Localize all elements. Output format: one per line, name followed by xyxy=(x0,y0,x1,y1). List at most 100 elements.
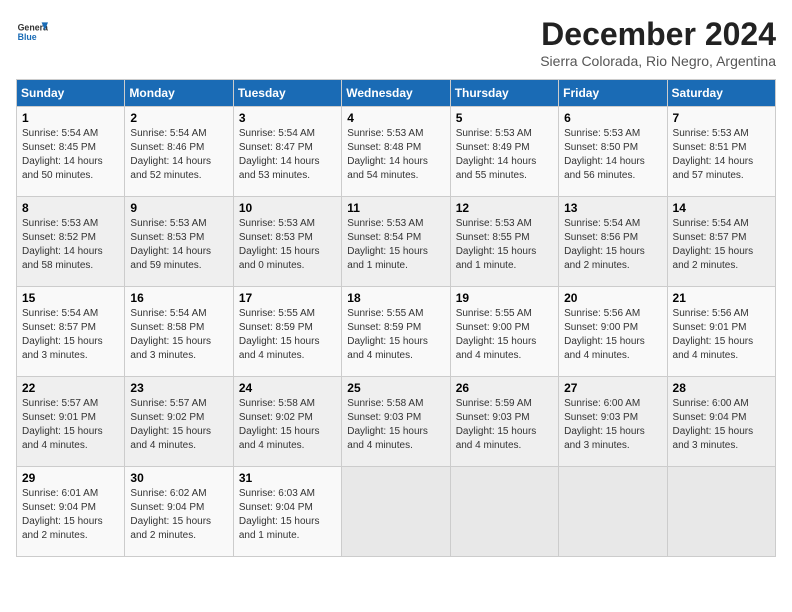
day-cell: 25 Sunrise: 5:58 AM Sunset: 9:03 PM Dayli… xyxy=(342,377,450,467)
col-header-wednesday: Wednesday xyxy=(342,80,450,107)
day-cell: 18Sunrise: 5:55 AM Sunset: 8:59 PM Dayli… xyxy=(342,287,450,377)
day-cell: 22 Sunrise: 5:57 AM Sunset: 9:01 PM Dayli… xyxy=(17,377,125,467)
day-cell xyxy=(450,467,558,557)
day-cell: 10 Sunrise: 5:53 AM Sunset: 8:53 PM Dayli… xyxy=(233,197,341,287)
day-cell: 15Sunrise: 5:54 AM Sunset: 8:57 PM Dayli… xyxy=(17,287,125,377)
day-info: Sunrise: 5:53 AM Sunset: 8:49 PM Dayligh… xyxy=(456,127,553,183)
day-cell: 30Sunrise: 6:02 AM Sunset: 9:04 PM Dayli… xyxy=(125,467,233,557)
day-number: 7 xyxy=(673,111,770,125)
day-cell: 31Sunrise: 6:03 AM Sunset: 9:04 PM Dayli… xyxy=(233,467,341,557)
day-number: 28 xyxy=(673,381,770,395)
day-info: Sunrise: 5:53 AM Sunset: 8:55 PM Dayligh… xyxy=(456,217,553,273)
day-number: 23 xyxy=(130,381,227,395)
day-cell xyxy=(667,467,775,557)
col-header-sunday: Sunday xyxy=(17,80,125,107)
day-number: 27 xyxy=(564,381,661,395)
day-number: 26 xyxy=(456,381,553,395)
day-info: Sunrise: 5:54 AM Sunset: 8:46 PM Dayligh… xyxy=(130,127,227,183)
day-cell: 11 Sunrise: 5:53 AM Sunset: 8:54 PM Dayli… xyxy=(342,197,450,287)
week-row-4: 22 Sunrise: 5:57 AM Sunset: 9:01 PM Dayli… xyxy=(17,377,776,467)
calendar-title: December 2024 xyxy=(540,16,776,53)
week-row-3: 15Sunrise: 5:54 AM Sunset: 8:57 PM Dayli… xyxy=(17,287,776,377)
day-info: Sunrise: 6:00 AM Sunset: 9:03 PM Dayligh… xyxy=(564,397,661,453)
day-cell: 8 Sunrise: 5:53 AM Sunset: 8:52 PM Daylig… xyxy=(17,197,125,287)
day-cell: 21 Sunrise: 5:56 AM Sunset: 9:01 PM Dayli… xyxy=(667,287,775,377)
day-number: 22 xyxy=(22,381,119,395)
calendar-header: SundayMondayTuesdayWednesdayThursdayFrid… xyxy=(17,80,776,107)
day-info: Sunrise: 5:57 AM Sunset: 9:02 PM Dayligh… xyxy=(130,397,227,453)
day-cell: 14 Sunrise: 5:54 AM Sunset: 8:57 PM Dayli… xyxy=(667,197,775,287)
day-number: 11 xyxy=(347,201,444,215)
week-row-1: 1Sunrise: 5:54 AM Sunset: 8:45 PM Daylig… xyxy=(17,107,776,197)
col-header-thursday: Thursday xyxy=(450,80,558,107)
day-info: Sunrise: 6:00 AM Sunset: 9:04 PM Dayligh… xyxy=(673,397,770,453)
day-number: 25 xyxy=(347,381,444,395)
day-number: 8 xyxy=(22,201,119,215)
day-cell: 27 Sunrise: 6:00 AM Sunset: 9:03 PM Dayli… xyxy=(559,377,667,467)
header-row: SundayMondayTuesdayWednesdayThursdayFrid… xyxy=(17,80,776,107)
day-cell: 6Sunrise: 5:53 AM Sunset: 8:50 PM Daylig… xyxy=(559,107,667,197)
day-number: 10 xyxy=(239,201,336,215)
day-cell: 12 Sunrise: 5:53 AM Sunset: 8:55 PM Dayli… xyxy=(450,197,558,287)
day-number: 15 xyxy=(22,291,119,305)
day-info: Sunrise: 5:57 AM Sunset: 9:01 PM Dayligh… xyxy=(22,397,119,453)
day-cell: 7 Sunrise: 5:53 AM Sunset: 8:51 PM Daylig… xyxy=(667,107,775,197)
day-cell: 3 Sunrise: 5:54 AM Sunset: 8:47 PM Daylig… xyxy=(233,107,341,197)
day-number: 17 xyxy=(239,291,336,305)
col-header-saturday: Saturday xyxy=(667,80,775,107)
page-header: General Blue December 2024 Sierra Colora… xyxy=(16,16,776,69)
day-cell: 29 Sunrise: 6:01 AM Sunset: 9:04 PM Dayli… xyxy=(17,467,125,557)
day-number: 3 xyxy=(239,111,336,125)
day-info: Sunrise: 5:53 AM Sunset: 8:54 PM Dayligh… xyxy=(347,217,444,273)
calendar-subtitle: Sierra Colorada, Rio Negro, Argentina xyxy=(540,53,776,69)
day-cell: 1Sunrise: 5:54 AM Sunset: 8:45 PM Daylig… xyxy=(17,107,125,197)
day-info: Sunrise: 5:53 AM Sunset: 8:51 PM Dayligh… xyxy=(673,127,770,183)
day-info: Sunrise: 6:01 AM Sunset: 9:04 PM Dayligh… xyxy=(22,487,119,543)
day-number: 14 xyxy=(673,201,770,215)
day-number: 20 xyxy=(564,291,661,305)
day-cell: 19 Sunrise: 5:55 AM Sunset: 9:00 PM Dayli… xyxy=(450,287,558,377)
day-info: Sunrise: 5:53 AM Sunset: 8:48 PM Dayligh… xyxy=(347,127,444,183)
calendar-body: 1Sunrise: 5:54 AM Sunset: 8:45 PM Daylig… xyxy=(17,107,776,557)
day-info: Sunrise: 5:56 AM Sunset: 9:00 PM Dayligh… xyxy=(564,307,661,363)
day-info: Sunrise: 5:53 AM Sunset: 8:53 PM Dayligh… xyxy=(239,217,336,273)
day-info: Sunrise: 5:59 AM Sunset: 9:03 PM Dayligh… xyxy=(456,397,553,453)
day-cell: 16Sunrise: 5:54 AM Sunset: 8:58 PM Dayli… xyxy=(125,287,233,377)
logo: General Blue xyxy=(16,16,48,48)
day-number: 19 xyxy=(456,291,553,305)
day-number: 9 xyxy=(130,201,227,215)
day-number: 21 xyxy=(673,291,770,305)
day-number: 5 xyxy=(456,111,553,125)
week-row-2: 8 Sunrise: 5:53 AM Sunset: 8:52 PM Daylig… xyxy=(17,197,776,287)
day-info: Sunrise: 5:53 AM Sunset: 8:52 PM Dayligh… xyxy=(22,217,119,273)
day-cell xyxy=(559,467,667,557)
title-block: December 2024 Sierra Colorada, Rio Negro… xyxy=(540,16,776,69)
day-number: 16 xyxy=(130,291,227,305)
day-number: 4 xyxy=(347,111,444,125)
day-cell: 2Sunrise: 5:54 AM Sunset: 8:46 PM Daylig… xyxy=(125,107,233,197)
day-info: Sunrise: 5:55 AM Sunset: 9:00 PM Dayligh… xyxy=(456,307,553,363)
day-cell: 26 Sunrise: 5:59 AM Sunset: 9:03 PM Dayli… xyxy=(450,377,558,467)
day-info: Sunrise: 5:54 AM Sunset: 8:57 PM Dayligh… xyxy=(673,217,770,273)
day-number: 6 xyxy=(564,111,661,125)
day-number: 24 xyxy=(239,381,336,395)
day-cell: 24Sunrise: 5:58 AM Sunset: 9:02 PM Dayli… xyxy=(233,377,341,467)
day-cell: 9 Sunrise: 5:53 AM Sunset: 8:53 PM Daylig… xyxy=(125,197,233,287)
col-header-tuesday: Tuesday xyxy=(233,80,341,107)
day-info: Sunrise: 5:54 AM Sunset: 8:45 PM Dayligh… xyxy=(22,127,119,183)
day-cell: 28 Sunrise: 6:00 AM Sunset: 9:04 PM Dayli… xyxy=(667,377,775,467)
day-number: 31 xyxy=(239,471,336,485)
day-info: Sunrise: 5:58 AM Sunset: 9:03 PM Dayligh… xyxy=(347,397,444,453)
day-number: 13 xyxy=(564,201,661,215)
day-info: Sunrise: 5:53 AM Sunset: 8:53 PM Dayligh… xyxy=(130,217,227,273)
day-info: Sunrise: 5:56 AM Sunset: 9:01 PM Dayligh… xyxy=(673,307,770,363)
day-number: 29 xyxy=(22,471,119,485)
day-number: 12 xyxy=(456,201,553,215)
day-cell: 20 Sunrise: 5:56 AM Sunset: 9:00 PM Dayli… xyxy=(559,287,667,377)
day-cell: 17 Sunrise: 5:55 AM Sunset: 8:59 PM Dayli… xyxy=(233,287,341,377)
day-cell: 13Sunrise: 5:54 AM Sunset: 8:56 PM Dayli… xyxy=(559,197,667,287)
day-info: Sunrise: 5:54 AM Sunset: 8:47 PM Dayligh… xyxy=(239,127,336,183)
day-info: Sunrise: 5:55 AM Sunset: 8:59 PM Dayligh… xyxy=(239,307,336,363)
col-header-monday: Monday xyxy=(125,80,233,107)
day-cell: 5 Sunrise: 5:53 AM Sunset: 8:49 PM Daylig… xyxy=(450,107,558,197)
